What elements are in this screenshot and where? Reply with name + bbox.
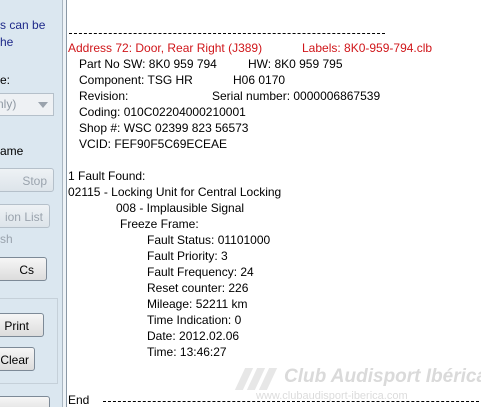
separator-top [69, 33, 385, 34]
time-line: Time: 13:46:27 [147, 345, 227, 359]
fault-code-line: 02115 - Locking Unit for Central Locking [68, 185, 282, 199]
labels-line: Labels: 8K0-959-794.clb [302, 41, 433, 55]
fault-status-line: Fault Status: 01101000 [147, 233, 271, 247]
output-actions-group [0, 298, 58, 384]
print-button[interactable]: Print [0, 313, 44, 337]
fault-frequency-line: Fault Frequency: 24 [147, 265, 254, 279]
component-version: H06 0170 [233, 73, 286, 87]
mode-select[interactable]: nly) [0, 93, 54, 116]
left-control-panel: s can be he e: nly) ame Stop ion List sh… [0, 0, 62, 407]
sidebar-refresh-label: sh [0, 232, 13, 246]
fault-priority-line: Fault Priority: 3 [147, 249, 228, 263]
freeze-frame-line: Freeze Frame: [120, 217, 199, 231]
sidebar-combo-label: e: [0, 73, 11, 87]
shop-line: Shop #: WSC 02399 823 56573 [79, 121, 249, 135]
session-list-button[interactable]: ion List [0, 204, 50, 228]
sidebar-info-text-2: he [0, 35, 14, 49]
clear-button[interactable]: Clear [0, 347, 35, 371]
end-line: End [68, 393, 90, 407]
part-number-line: Part No SW: 8K0 959 794 [79, 57, 217, 71]
time-indication-line: Time Indication: 0 [147, 313, 242, 327]
reset-counter-line: Reset counter: 226 [147, 281, 249, 295]
separator-bottom [103, 401, 479, 402]
component-line: Component: TSG HR [79, 73, 193, 87]
fault-detail-line: 008 - Implausible Signal [116, 201, 245, 215]
results-text-area[interactable]: Address 72: Door, Rear Right (J389) Labe… [66, 0, 481, 407]
coding-line: Coding: 010C02204000210001 [79, 105, 246, 119]
faults-found-line: 1 Fault Found: [68, 169, 146, 183]
hardware-number-line: HW: 8K0 959 795 [248, 57, 343, 71]
sidebar-frame-label: ame [0, 144, 24, 158]
bottom-button[interactable] [0, 396, 50, 407]
chevron-down-icon [38, 102, 48, 108]
address-line: Address 72: Door, Rear Right (J389) [68, 41, 263, 55]
sidebar-info-text-1: s can be [0, 18, 46, 32]
serial-number-line: Serial number: 0000006867539 [212, 89, 381, 103]
vcid-line: VCID: FEF90F5C69ECEAE [79, 137, 228, 151]
stop-button[interactable]: Stop [0, 168, 54, 192]
date-line: Date: 2012.02.06 [147, 329, 240, 343]
revision-line: Revision: [79, 89, 129, 103]
mileage-line: Mileage: 52211 km [147, 297, 248, 311]
mode-select-value: nly) [0, 97, 17, 111]
dtcs-button[interactable]: Cs [0, 257, 47, 281]
